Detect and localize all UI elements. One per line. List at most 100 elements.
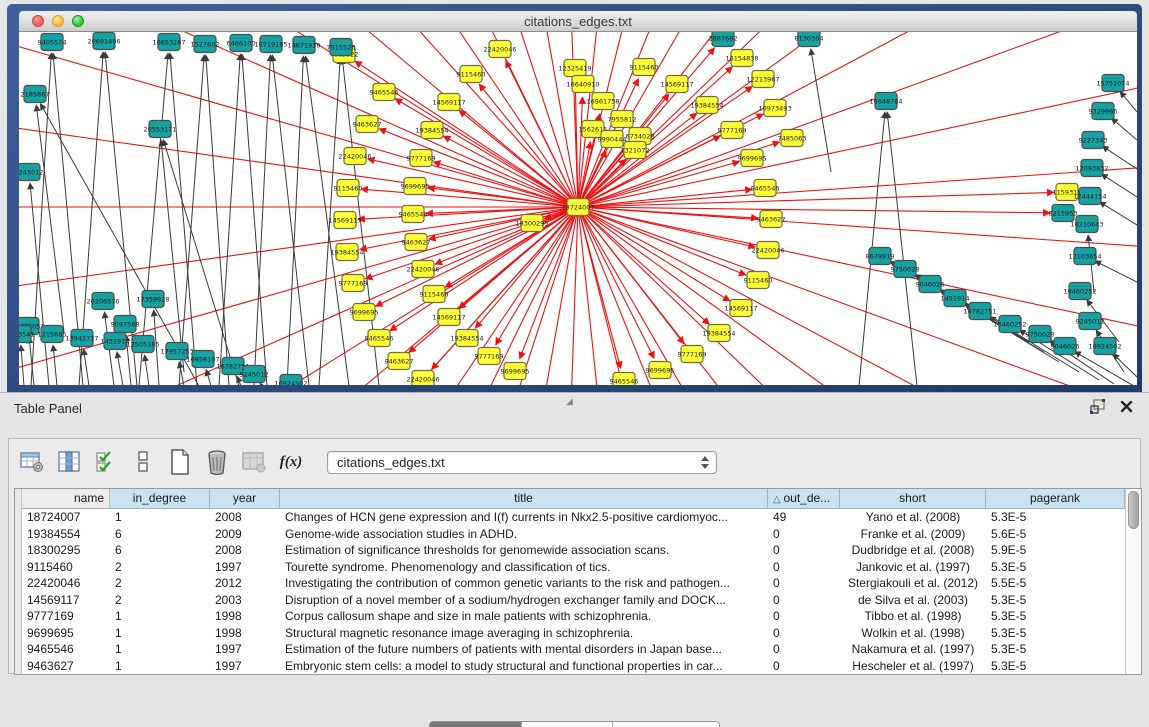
graph-node[interactable]: 16154838 — [725, 50, 758, 67]
graph-node[interactable]: 9777169 — [718, 122, 747, 139]
graph-node[interactable]: 13942737 — [65, 330, 98, 347]
column-chooser-icon[interactable] — [56, 449, 82, 475]
graph-node[interactable]: 14569117 — [432, 309, 465, 326]
graph-node[interactable]: 9777169 — [339, 275, 368, 292]
graph-node[interactable]: 9777169 — [407, 150, 436, 167]
graph-node[interactable]: 12444154 — [1073, 188, 1106, 205]
graph-node[interactable]: 9699695 — [646, 362, 675, 379]
graph-node[interactable]: 1215685 — [38, 326, 67, 343]
table-row[interactable]: 946362711997Embryonic stem cells: a mode… — [22, 658, 1125, 675]
network-canvas[interactable]: 18724007 22420046 9115460 14569117 19384554 9… — [19, 32, 1137, 385]
graph-node[interactable]: 12325419 — [558, 60, 591, 77]
graph-node[interactable]: 9750028 — [1026, 326, 1055, 343]
delete-table-icon[interactable] — [204, 449, 230, 475]
graph-node[interactable]: 9465546 — [610, 373, 639, 386]
graph-node[interactable]: 22420046 — [483, 41, 516, 58]
graph-node[interactable]: 9115460 — [744, 272, 773, 289]
graph-node[interactable]: 9245012 — [1076, 313, 1105, 330]
graph-node[interactable]: 16648784 — [869, 93, 902, 110]
graph-node[interactable]: 18300295 — [515, 215, 548, 232]
graph-node[interactable]: 22420046 — [406, 371, 439, 386]
graph-node[interactable]: 9699695 — [350, 304, 379, 321]
graph-node[interactable]: 6466100 — [227, 35, 256, 52]
table-row[interactable]: 1872400712008Changes of HCN gene express… — [22, 509, 1125, 526]
table-row[interactable]: 946554611997Estimation of the future num… — [22, 641, 1125, 658]
graph-node[interactable]: 9465546 — [751, 180, 780, 197]
graph-node[interactable]: 9699695 — [501, 363, 530, 380]
graph-node[interactable]: 19384554 — [702, 325, 735, 342]
graph-node[interactable]: 16958107 — [186, 351, 219, 368]
column-header-pagerank[interactable]: pagerank — [986, 489, 1125, 509]
graph-node[interactable]: 9750028 — [891, 261, 920, 278]
graph-node[interactable]: 1451914 — [101, 333, 130, 350]
graph-node[interactable]: 2185867 — [21, 86, 50, 103]
table-row[interactable]: 911546021997Tourette syndrome. Phenomeno… — [22, 559, 1125, 576]
graph-node[interactable]: 9465546 — [370, 84, 399, 101]
table-selector[interactable]: citations_edges.txt — [327, 451, 717, 474]
table-row[interactable]: 1938455462009Genome-wide association stu… — [22, 526, 1125, 543]
graph-node[interactable]: 16782751 — [963, 303, 996, 320]
tab-network-table[interactable]: Network Table — [613, 722, 719, 727]
function-builder-icon[interactable]: f(x) — [278, 449, 304, 475]
close-panel-icon[interactable] — [1120, 400, 1133, 418]
row-tools-icon[interactable] — [130, 449, 156, 475]
graph-node[interactable]: 8679919 — [866, 248, 895, 265]
graph-node[interactable]: 9777169 — [678, 346, 707, 363]
graph-node[interactable]: 9777169 — [475, 348, 504, 365]
graph-node[interactable]: 10460252 — [993, 316, 1026, 333]
graph-node[interactable]: 9115460 — [457, 66, 486, 83]
graph-node[interactable]: 12103654 — [1068, 248, 1101, 265]
graph-node[interactable]: 9465546 — [399, 206, 428, 223]
graph-node[interactable]: 20206576 — [86, 293, 119, 310]
graph-node[interactable]: 9329966 — [1089, 103, 1118, 120]
graph-node[interactable]: 9245012 — [240, 366, 269, 383]
tab-edge-table[interactable]: Edge Table — [522, 722, 613, 727]
graph-node[interactable]: 16640910 — [566, 76, 599, 93]
graph-node[interactable]: 12505185 — [126, 336, 159, 353]
vertical-scrollbar[interactable] — [1125, 489, 1141, 674]
graph-node[interactable]: 19384554 — [690, 97, 723, 114]
graph-node[interactable]: 10719185 — [254, 36, 287, 53]
column-header-title[interactable]: title — [280, 489, 768, 509]
graph-node[interactable]: 22420046 — [338, 148, 371, 165]
graph-node[interactable]: 10973493 — [758, 100, 791, 117]
graph-node[interactable]: 9405574 — [38, 34, 67, 51]
graph-node[interactable]: 14569117 — [660, 76, 693, 93]
graph-node[interactable]: 9465546 — [365, 330, 394, 347]
graph-node[interactable]: 7485063 — [778, 130, 807, 147]
graph-node[interactable]: 8130304 — [795, 32, 824, 47]
column-header-out_de[interactable]: △ out_de... — [768, 489, 840, 509]
graph-node[interactable]: 14569117 — [724, 300, 757, 317]
graph-node[interactable]: 9245012 — [19, 164, 43, 181]
tab-node-table[interactable]: Node Table — [430, 722, 522, 727]
graph-node[interactable]: 22420046 — [751, 242, 784, 259]
graph-node[interactable]: 7515526 — [327, 39, 356, 56]
graph-node[interactable]: 10924502 — [274, 375, 307, 386]
graph-node[interactable]: 15751074 — [1096, 75, 1129, 92]
graph-node[interactable]: 12213967 — [746, 71, 779, 88]
graph-node[interactable]: 2887682 — [709, 32, 738, 47]
select-columns-icon[interactable] — [93, 449, 119, 475]
column-header-year[interactable]: year — [210, 489, 280, 509]
graph-node[interactable]: 1527602 — [191, 36, 220, 53]
column-header-name[interactable]: name — [22, 489, 110, 509]
graph-node[interactable]: 9463627 — [385, 353, 414, 370]
graph-node[interactable]: 14569117 — [432, 94, 465, 111]
graph-node[interactable]: 10924502 — [1088, 338, 1121, 355]
graph-node[interactable]: 22420046 — [406, 261, 439, 278]
graph-node[interactable]: 8215953 — [1049, 205, 1078, 222]
graph-node[interactable]: 16961758 — [586, 93, 619, 110]
graph-node[interactable]: 7955812 — [608, 111, 637, 128]
table-row[interactable]: 2242004622012Investigating the contribut… — [22, 575, 1125, 592]
graph-node[interactable]: 9046026 — [1051, 338, 1080, 355]
splitter-grip-icon[interactable]: ◢ — [566, 396, 573, 407]
table-row[interactable]: 1830029562008Estimation of significance … — [22, 542, 1125, 559]
column-header-short[interactable]: short — [840, 489, 986, 509]
graph-node[interactable]: 19384554 — [415, 122, 448, 139]
graph-node[interactable]: 16210643 — [1070, 216, 1103, 233]
graph-node[interactable]: 12093832 — [1075, 160, 1108, 177]
graph-node[interactable]: 18724007 — [561, 199, 594, 216]
table-row[interactable]: 977716911998Corpus callosum shape and si… — [22, 608, 1125, 625]
graph-node[interactable]: 9463627 — [757, 211, 786, 228]
scrollbar-thumb[interactable] — [1128, 491, 1139, 529]
